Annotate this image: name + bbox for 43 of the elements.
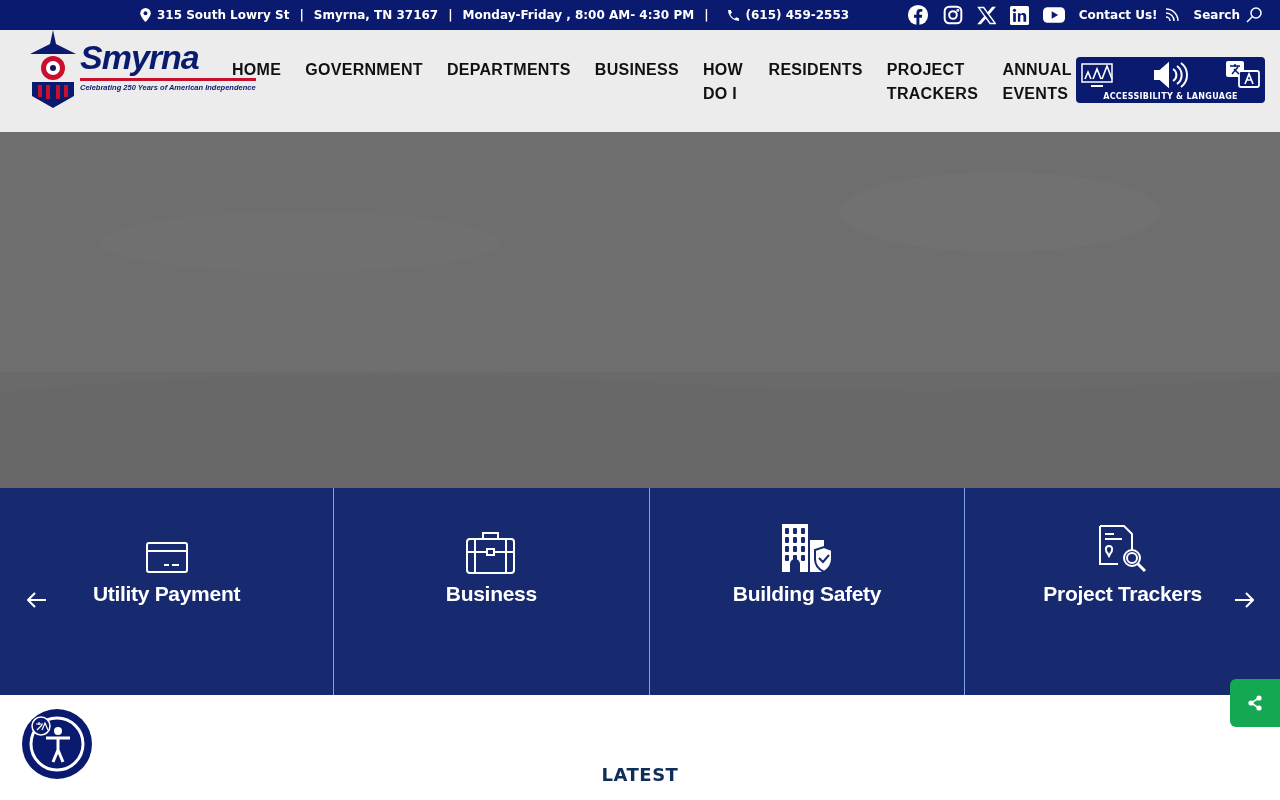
youtube-icon[interactable] [1042, 7, 1065, 23]
map-pin-icon [140, 8, 151, 22]
separator: | [448, 8, 453, 22]
nav-link[interactable]: PROJECT TRACKERS [886, 58, 979, 106]
previous-arrow-icon[interactable] [27, 592, 47, 608]
quick-link[interactable]: Business [445, 582, 537, 606]
contact-link[interactable]: Contact Us! [1078, 8, 1158, 22]
separator: | [704, 8, 709, 22]
linkedin-icon[interactable] [1009, 5, 1029, 25]
address-text: 315 South Lowry St [157, 8, 290, 22]
logo-emblem-icon [30, 30, 76, 108]
accessibility-widget-icon[interactable] [22, 709, 92, 779]
hours-text: Monday-Friday , 8:00 AM- 4:30 PM [462, 8, 695, 22]
share-button[interactable] [1230, 679, 1280, 727]
briefcase-icon [466, 532, 517, 574]
nav-link[interactable]: ANNUAL EVENTS [1002, 58, 1076, 106]
quick-link[interactable]: Project Trackers [1043, 582, 1202, 606]
document-search-icon [1097, 524, 1148, 574]
translate-icon [1224, 59, 1261, 90]
phone-link[interactable]: (615) 459-2553 [745, 8, 850, 22]
phone-icon [726, 8, 740, 22]
credit-card-icon [145, 542, 188, 574]
share-icon [1247, 695, 1263, 711]
nav-link[interactable]: RESIDENTS [768, 58, 863, 106]
nav-link[interactable]: BUSINESS [594, 58, 679, 106]
separator: | [299, 8, 304, 22]
search-icon[interactable] [1246, 7, 1262, 23]
speaker-icon [1152, 60, 1189, 89]
city-text: Smyrna, TN 37167 [313, 8, 439, 22]
nav-link[interactable]: DEPARTMENTS [446, 58, 571, 106]
facebook-icon[interactable] [906, 4, 929, 26]
signal-icon[interactable] [1163, 7, 1180, 23]
nav-link[interactable]: GOVERNMENT [305, 58, 423, 106]
x-icon[interactable] [976, 5, 996, 25]
nav-link[interactable]: HOW DO I [703, 58, 745, 106]
search-link[interactable]: Search [1193, 8, 1240, 22]
quick-link[interactable]: Utility Payment [92, 582, 241, 606]
section-eyebrow: LATEST [601, 764, 679, 785]
quick-link[interactable]: Building Safety [732, 582, 882, 606]
accessibility-language-button[interactable]: ACCESSIBILITY & LANGUAGE [1076, 57, 1265, 103]
building-icon [782, 524, 832, 574]
next-arrow-icon[interactable] [1234, 592, 1254, 608]
instagram-icon[interactable] [942, 5, 963, 25]
